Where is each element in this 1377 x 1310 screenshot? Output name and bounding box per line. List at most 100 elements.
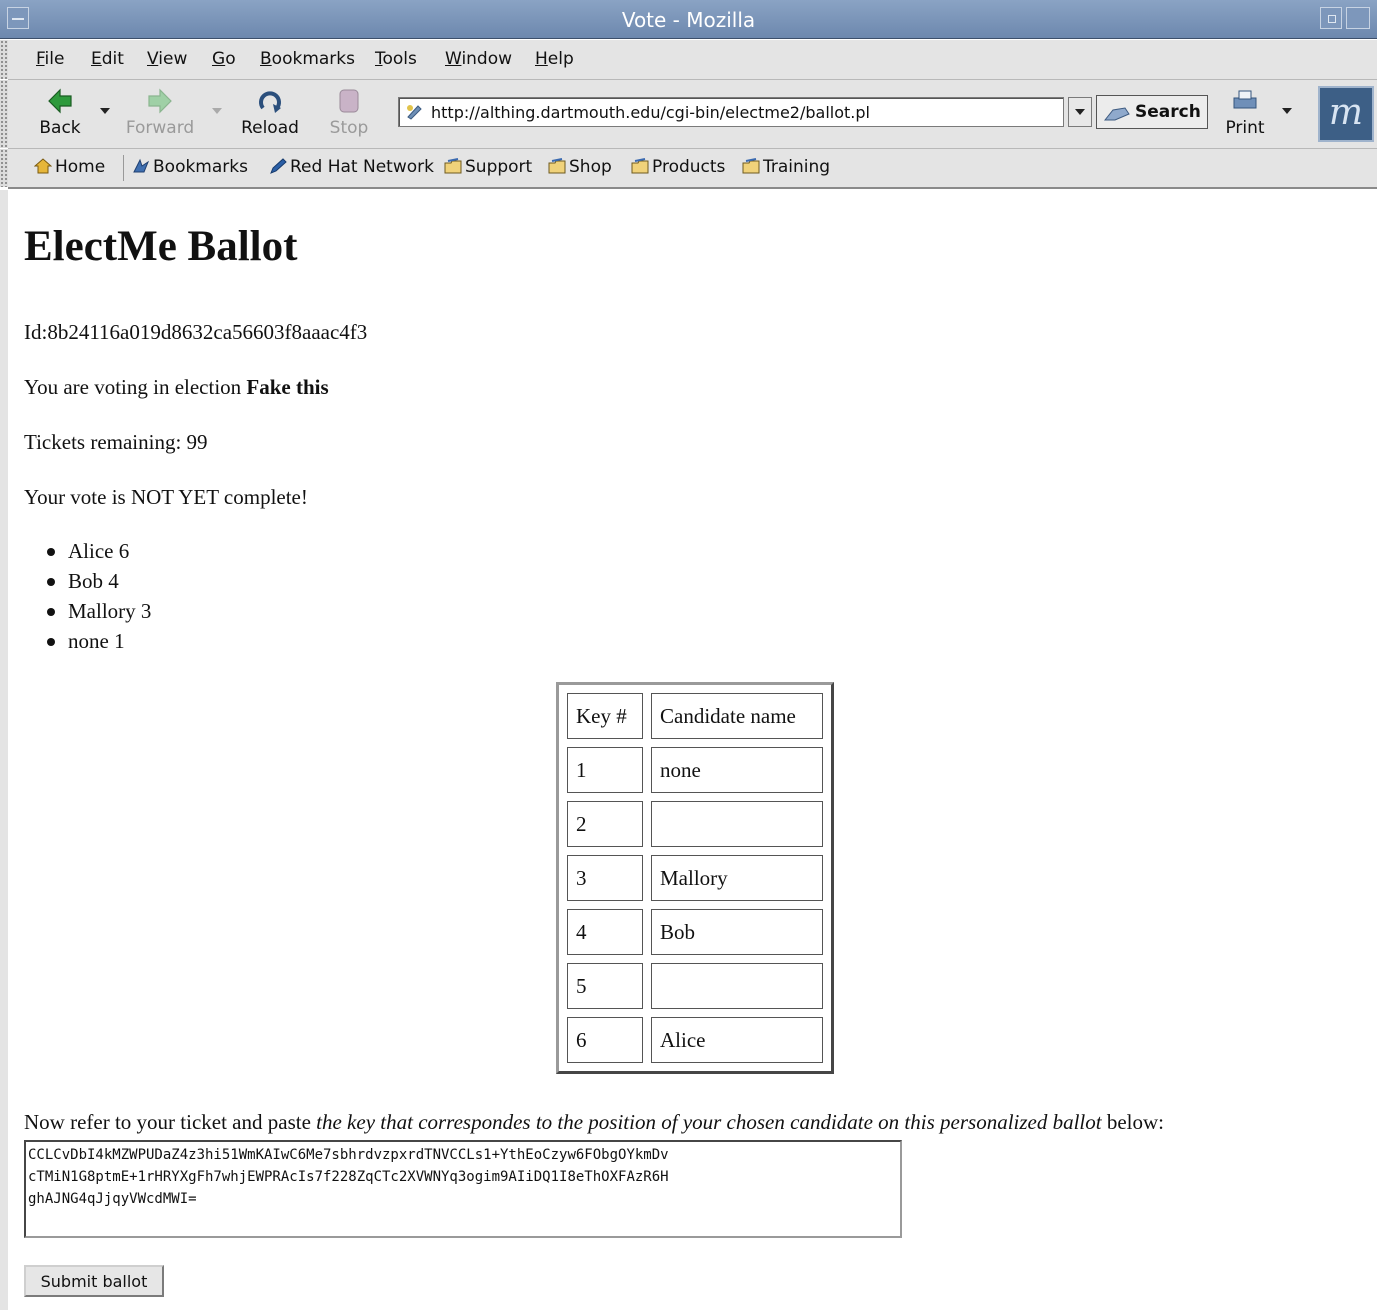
bookmarks-icon xyxy=(133,158,150,173)
folder-icon xyxy=(444,158,462,174)
reload-button[interactable]: Reload xyxy=(234,86,306,138)
back-history-dropdown[interactable] xyxy=(100,108,110,114)
table-row: 5 xyxy=(567,963,823,1009)
search-button[interactable]: Search xyxy=(1096,95,1208,129)
instruction-emphasis: the key that correspondes to the positio… xyxy=(316,1110,1102,1134)
url-bar[interactable] xyxy=(398,97,1064,127)
key-cell: 5 xyxy=(567,963,643,1009)
stop-label: Stop xyxy=(329,118,369,138)
printer-icon xyxy=(1233,90,1257,109)
search-icon xyxy=(1103,107,1130,121)
pencil-icon xyxy=(270,158,287,174)
page-content: ElectMe Ballot Id:8b24116a019d8632ca5660… xyxy=(8,190,1377,1310)
key-cell: 4 xyxy=(567,909,643,955)
column-header-candidate: Candidate name xyxy=(651,693,823,739)
candidate-cell: none xyxy=(651,747,823,793)
folder-icon xyxy=(548,158,566,174)
table-row: 2 xyxy=(567,801,823,847)
candidate-cell: Bob xyxy=(651,909,823,955)
products-label: Products xyxy=(652,157,726,177)
forward-arrow-icon xyxy=(148,88,172,114)
print-label: Print xyxy=(1225,118,1265,138)
forward-history-dropdown[interactable] xyxy=(212,108,222,114)
mozilla-throbber-logo[interactable]: m xyxy=(1318,86,1374,142)
training-label: Training xyxy=(763,157,831,177)
bookmarks-label: Bookmarks xyxy=(153,157,248,177)
reload-icon xyxy=(259,91,281,113)
table-row: 1 none xyxy=(567,747,823,793)
page-title: ElectMe Ballot xyxy=(24,223,298,270)
election-name: Fake this xyxy=(246,375,329,399)
home-button[interactable]: Home xyxy=(34,157,105,177)
table-row: 4 Bob xyxy=(567,909,823,955)
page-icon xyxy=(407,105,422,120)
election-line: You are voting in election Fake this xyxy=(24,375,329,400)
home-label: Home xyxy=(55,157,106,177)
reload-label: Reload xyxy=(241,118,299,138)
ballot-table: Key # Candidate name 1 none 2 3 Mallory … xyxy=(556,682,834,1074)
key-textarea[interactable]: CCLCvDbI4kMZWPUDaZ4z3hi51WmKAIwC6Me7sbhr… xyxy=(24,1140,902,1238)
window-title: Vote - Mozilla xyxy=(621,8,756,32)
stop-button[interactable]: Stop xyxy=(324,86,374,138)
candidate-cell: Mallory xyxy=(651,855,823,901)
tally-list: Alice 6 Bob 4 Mallory 3 none 1 xyxy=(24,536,151,656)
forward-label: Forward xyxy=(125,118,195,138)
tickets-remaining: Tickets remaining: 99 xyxy=(24,430,208,454)
print-dropdown[interactable] xyxy=(1282,108,1292,114)
bookmarks-button[interactable]: Bookmarks xyxy=(132,157,248,177)
training-link[interactable]: Training xyxy=(742,157,830,177)
key-cell: 1 xyxy=(567,747,643,793)
key-instruction: Now refer to your ticket and paste the k… xyxy=(24,1110,1164,1135)
personal-toolbar: Home Bookmarks Red Hat Network Support S… xyxy=(8,149,1377,189)
menu-bookmarks[interactable]: Bookmarks xyxy=(260,49,355,69)
support-label: Support xyxy=(465,157,533,177)
print-button[interactable]: Print xyxy=(1220,86,1270,138)
support-link[interactable]: Support xyxy=(444,157,532,177)
table-row: 3 Mallory xyxy=(567,855,823,901)
submit-ballot-button[interactable]: Submit ballot xyxy=(24,1265,164,1297)
key-cell: 3 xyxy=(567,855,643,901)
url-history-dropdown[interactable] xyxy=(1068,97,1092,127)
stop-icon xyxy=(339,89,359,113)
instruction-suffix: below: xyxy=(1101,1110,1165,1134)
column-header-key: Key # xyxy=(567,693,643,739)
shop-label: Shop xyxy=(569,157,612,177)
close-button[interactable] xyxy=(1346,7,1370,29)
menu-tools[interactable]: Tools xyxy=(375,49,417,69)
back-arrow-icon xyxy=(48,88,72,114)
key-cell: 2 xyxy=(567,801,643,847)
red-hat-network-label: Red Hat Network xyxy=(290,157,434,177)
maximize-button[interactable] xyxy=(1320,7,1342,29)
shop-link[interactable]: Shop xyxy=(548,157,612,177)
menu-go[interactable]: Go xyxy=(212,49,236,69)
list-item: Alice 6 xyxy=(46,536,151,566)
menu-file[interactable]: File xyxy=(36,49,64,69)
folder-icon xyxy=(742,158,760,174)
menu-help[interactable]: Help xyxy=(535,49,574,69)
red-hat-network-link[interactable]: Red Hat Network xyxy=(269,157,434,177)
back-label: Back xyxy=(39,118,81,138)
table-header-row: Key # Candidate name xyxy=(567,693,823,739)
instruction-prefix: Now refer to your ticket and paste xyxy=(24,1110,317,1134)
vote-status: Your vote is NOT YET complete! xyxy=(24,485,308,509)
products-link[interactable]: Products xyxy=(631,157,725,177)
navigation-toolbar: Back Forward Reload Stop Search xyxy=(8,80,1377,149)
list-item: Bob 4 xyxy=(46,566,151,596)
search-label: Search xyxy=(1135,102,1201,122)
menu-view[interactable]: View xyxy=(147,49,187,69)
menubar: File Edit View Go Bookmarks Tools Window… xyxy=(8,40,1377,80)
folder-icon xyxy=(631,158,649,174)
candidate-cell xyxy=(651,801,823,847)
ballot-id: Id:8b24116a019d8632ca56603f8aaac4f3 xyxy=(24,320,368,344)
window-titlebar: Vote - Mozilla xyxy=(0,0,1377,39)
toolbar-divider xyxy=(123,155,124,181)
menu-edit[interactable]: Edit xyxy=(91,49,124,69)
election-prefix: You are voting in election xyxy=(24,375,247,399)
home-icon xyxy=(34,158,52,174)
menu-window[interactable]: Window xyxy=(445,49,512,69)
candidate-cell xyxy=(651,963,823,1009)
url-input[interactable] xyxy=(431,101,1051,123)
forward-button[interactable]: Forward xyxy=(120,86,200,138)
back-button[interactable]: Back xyxy=(32,86,88,138)
list-item: none 1 xyxy=(46,626,151,656)
